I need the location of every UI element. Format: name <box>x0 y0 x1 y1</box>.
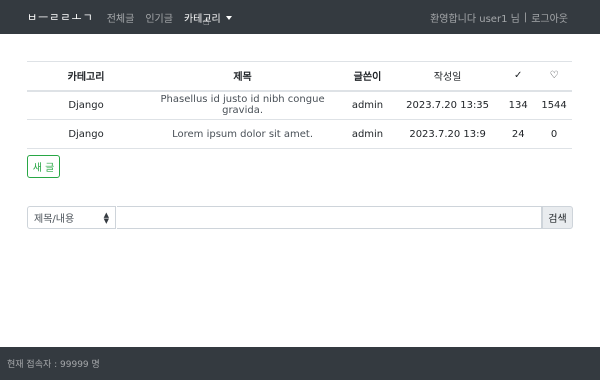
header-author: 글쓴이 <box>340 61 395 92</box>
row-title-link[interactable]: Phasellus id justo id nibh congue gravid… <box>145 90 341 120</box>
check-icon: ✓ <box>500 61 537 92</box>
row-views: 134 <box>500 90 537 120</box>
header-date: 작성일 <box>394 61 501 92</box>
new-post-button[interactable]: 새 글 <box>27 155 60 178</box>
row-views: 24 <box>500 119 537 149</box>
search-button[interactable]: 검색 <box>542 206 573 229</box>
nav-links: 전체글 인기글 카테고리 <box>107 10 243 25</box>
row-title-link[interactable]: Lorem ipsum dolor sit amet. <box>145 119 341 149</box>
row-category: Django <box>27 119 146 149</box>
separator: | <box>523 11 528 23</box>
search-type-select[interactable]: 제목/내용 ▲ ▼ <box>27 206 116 229</box>
caret-down-icon <box>225 15 232 20</box>
search-input[interactable] <box>117 206 542 229</box>
row-author: admin <box>340 90 395 120</box>
brand-logo[interactable]: ㅂㅡㄹㄹㅗㄱ <box>27 9 94 25</box>
header-category: 카테고리 <box>27 61 146 92</box>
row-author: admin <box>340 119 395 149</box>
search-type-value: 제목/내용 <box>34 214 75 225</box>
select-arrows-icon: ▲ ▼ <box>103 210 109 225</box>
row-likes: 1544 <box>536 90 572 120</box>
welcome-text: 환영합니다 user1 님 <box>430 13 520 25</box>
posts-table: 카테고리 제목 글쓴이 작성일 ✓ ♡ Django Phasellus id … <box>27 61 572 149</box>
search-bar: 제목/내용 ▲ ▼ 검색 <box>27 206 573 229</box>
row-category: Django <box>27 90 146 120</box>
nav-link-all-posts[interactable]: 전체글 <box>107 10 135 25</box>
row-likes: 0 <box>536 119 572 149</box>
logout-link[interactable]: 로그아웃 <box>531 10 568 25</box>
heart-icon: ♡ <box>536 61 572 92</box>
header-title: 제목 <box>145 61 341 92</box>
table-row[interactable]: Django Lorem ipsum dolor sit amet. admin… <box>27 119 572 149</box>
row-date: 2023.7.20 13:35 <box>394 90 501 120</box>
table-header-row: 카테고리 제목 글쓴이 작성일 ✓ ♡ <box>27 61 572 92</box>
user-area: 환영합니다 user1 님 | 로그아웃 <box>430 10 568 25</box>
nav-link-popular[interactable]: 인기글 <box>145 10 173 25</box>
online-users-text: 현재 접속자 : 99999 명 <box>7 360 100 370</box>
row-date: 2023.7.20 13:9 <box>394 119 501 149</box>
footer: 현재 접속자 : 99999 명 <box>0 347 600 380</box>
hand-cursor-icon: ☝ <box>203 15 210 28</box>
table-row[interactable]: Django Phasellus id justo id nibh congue… <box>27 90 572 120</box>
top-navbar: ㅂㅡㄹㄹㅗㄱ 전체글 인기글 카테고리 환영합니다 user1 님 | 로그아웃 <box>0 0 600 34</box>
